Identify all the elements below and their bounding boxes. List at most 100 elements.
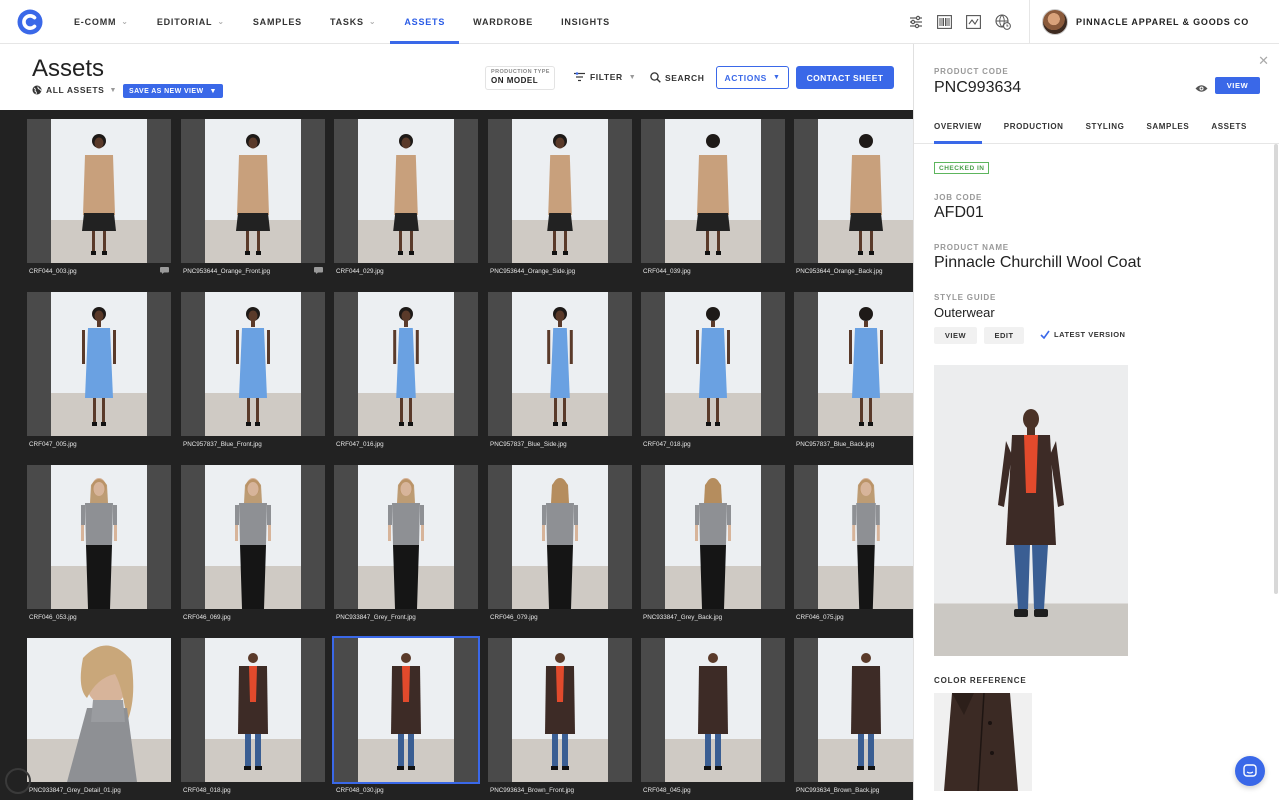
- style-guide-edit-button[interactable]: EDIT: [984, 327, 1024, 344]
- search-label: SEARCH: [665, 72, 705, 83]
- product-name-label: PRODUCT NAME: [934, 243, 1009, 252]
- sliders-icon[interactable]: [909, 15, 923, 29]
- asset-thumbnail[interactable]: [27, 119, 171, 263]
- logo-icon: [17, 9, 43, 34]
- check-icon: [1040, 330, 1050, 339]
- app-logo[interactable]: [0, 0, 60, 44]
- nav-item-label: EDITORIAL: [156, 16, 213, 27]
- asset-thumbnail[interactable]: [181, 638, 325, 782]
- asset-photo: [665, 465, 761, 609]
- asset-thumbnail[interactable]: [27, 292, 171, 436]
- latest-version-label: LATEST VERSION: [1054, 330, 1126, 339]
- save-as-new-view-button[interactable]: SAVE AS NEW VIEW ▼: [123, 84, 223, 98]
- asset-thumbnail[interactable]: [27, 465, 171, 609]
- nav-item-assets[interactable]: ASSETS: [390, 0, 459, 44]
- asset-thumbnail[interactable]: [181, 292, 325, 436]
- asset-thumbnail[interactable]: [488, 119, 632, 263]
- production-type-select[interactable]: PRODUCTION TYPE ON MODEL: [485, 66, 555, 90]
- nav-item-editorial[interactable]: EDITORIAL ⌄: [143, 0, 239, 44]
- product-code-label: PRODUCT CODE: [934, 67, 1009, 76]
- actions-button[interactable]: ACTIONS ▼: [716, 66, 789, 89]
- model-figure: [391, 653, 421, 770]
- asset-thumbnail[interactable]: [641, 465, 785, 609]
- asset-filename: CRF044_003.jpg: [29, 268, 77, 275]
- tab-styling[interactable]: STYLING: [1086, 116, 1125, 143]
- asset-thumbnail[interactable]: [794, 638, 913, 782]
- view-select[interactable]: ALL ASSETS ▼: [32, 85, 117, 95]
- asset-thumbnail[interactable]: [641, 638, 785, 782]
- model-figure: [849, 307, 883, 426]
- tab-samples[interactable]: SAMPLES: [1146, 116, 1189, 143]
- filter-button[interactable]: FILTER ▼: [574, 72, 636, 82]
- asset-thumbnail[interactable]: [181, 119, 325, 263]
- style-guide-view-button[interactable]: VIEW: [934, 327, 977, 344]
- asset-thumbnail[interactable]: [794, 119, 913, 263]
- color-reference-swatch[interactable]: [934, 693, 1032, 791]
- tab-overview[interactable]: OVERVIEW: [934, 116, 982, 144]
- panel-tabs: OVERVIEW PRODUCTION STYLING SAMPLES ASSETS: [914, 116, 1279, 144]
- asset-thumbnail[interactable]: [488, 465, 632, 609]
- nav-item-samples[interactable]: SAMPLES: [239, 0, 316, 44]
- asset-thumbnail[interactable]: [641, 292, 785, 436]
- nav-item-tasks[interactable]: TASKS ⌄: [316, 0, 390, 44]
- asset-thumbnail[interactable]: [27, 638, 171, 782]
- model-figure: [545, 653, 575, 770]
- comment-icon[interactable]: [314, 267, 323, 274]
- model-figure: [236, 134, 270, 255]
- app-root: E-COMM ⌄ EDITORIAL ⌄ SAMPLES TASKS ⌄ ASSETS WARD…: [0, 0, 1279, 800]
- model-figure: [82, 307, 116, 426]
- search-button[interactable]: SEARCH: [650, 72, 705, 83]
- barcode-icon[interactable]: [937, 14, 952, 29]
- nav-item-wardrobe[interactable]: WARDROBE: [459, 0, 547, 44]
- nav-item-label: ASSETS: [404, 16, 446, 27]
- avatar: [1042, 8, 1069, 35]
- asset-thumbnail[interactable]: [488, 638, 632, 782]
- asset-thumbnail[interactable]: [488, 292, 632, 436]
- product-hero-image[interactable]: [934, 365, 1128, 656]
- nav-item-e-comm[interactable]: E-COMM ⌄: [60, 0, 143, 44]
- asset-photo: [665, 638, 761, 782]
- asset-thumbnail[interactable]: [641, 119, 785, 263]
- tab-assets[interactable]: ASSETS: [1211, 116, 1247, 143]
- asset-thumbnail[interactable]: [332, 636, 480, 784]
- nav-item-label: INSIGHTS: [561, 16, 610, 27]
- tab-production[interactable]: PRODUCTION: [1004, 116, 1064, 143]
- filter-icon: [574, 72, 585, 82]
- asset-photo: [205, 292, 301, 436]
- style-guide-label: STYLE GUIDE: [934, 293, 997, 302]
- asset-photo: [512, 638, 608, 782]
- chevron-down-icon: ▼: [628, 73, 637, 81]
- chart-icon[interactable]: [966, 14, 981, 29]
- asset-filename: CRF048_018.jpg: [183, 787, 231, 794]
- chat-button[interactable]: [1235, 756, 1265, 786]
- page-title: Assets: [32, 55, 105, 82]
- view-product-button[interactable]: VIEW: [1215, 77, 1260, 94]
- comment-icon[interactable]: [160, 267, 169, 274]
- account-menu[interactable]: PINNACLE APPAREL & GOODS CO: [1030, 8, 1279, 35]
- asset-filename: PNC953644_Orange_Side.jpg: [490, 268, 576, 275]
- asset-filename: CRF047_018.jpg: [643, 441, 691, 448]
- asset-photo: [51, 119, 147, 263]
- model-figure: [849, 134, 883, 255]
- chevron-down-icon: ▼: [772, 74, 781, 81]
- nav-item-insights[interactable]: INSIGHTS: [547, 0, 624, 44]
- asset-thumbnail[interactable]: [794, 292, 913, 436]
- asset-thumbnail[interactable]: [334, 465, 478, 609]
- model-figure: [388, 478, 424, 609]
- asset-photo: [512, 465, 608, 609]
- eye-icon[interactable]: [1195, 80, 1208, 98]
- asset-photo: [665, 292, 761, 436]
- asset-thumbnail[interactable]: [181, 465, 325, 609]
- chevron-down-icon: ⌄: [217, 17, 225, 26]
- asset-photo: [358, 465, 454, 609]
- model-figure: [851, 653, 881, 770]
- contact-sheet-button[interactable]: CONTACT SHEET: [796, 66, 894, 89]
- asset-thumbnail[interactable]: [334, 292, 478, 436]
- panel-scrollbar[interactable]: [1274, 144, 1278, 594]
- asset-thumbnail[interactable]: [334, 119, 478, 263]
- close-icon[interactable]: ✕: [1258, 53, 1269, 69]
- asset-thumbnail[interactable]: [794, 465, 913, 609]
- model-figure: [81, 478, 117, 609]
- asset-photo: [27, 638, 171, 782]
- globe-clock-icon[interactable]: [995, 13, 1011, 30]
